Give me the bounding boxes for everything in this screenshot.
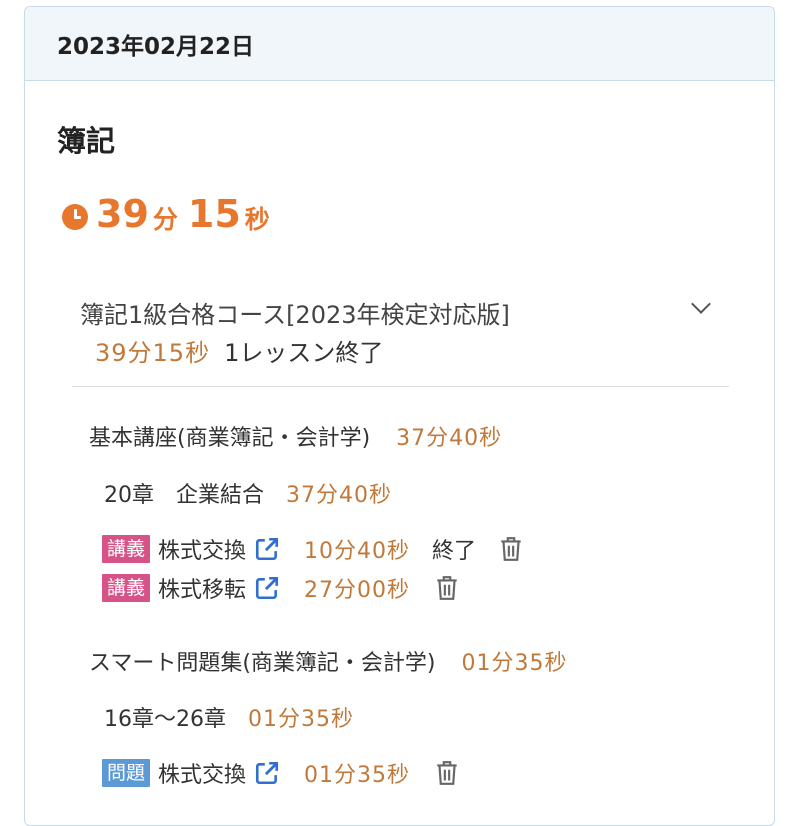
chapter-time: 37分40秒	[286, 483, 392, 508]
item-time: 01分35秒	[304, 763, 411, 788]
item-title: 株式移転	[158, 578, 247, 603]
list-item: 講義 株式移転 27分00秒	[102, 572, 460, 604]
chapter-title: 20章 企業結合	[104, 483, 264, 508]
list-item: 問題 株式交換 01分35秒	[102, 757, 460, 789]
section-title: スマート問題集(商業簿記・会計学)	[89, 651, 436, 676]
section-time: 37分40秒	[396, 426, 503, 451]
problem-badge: 問題	[102, 759, 151, 787]
course-summary: 39分15秒 1レッスン終了	[95, 333, 383, 368]
external-link-icon[interactable]	[254, 760, 280, 786]
section-smart-problems: スマート問題集(商業簿記・会計学) 01分35秒	[89, 645, 568, 677]
date-header: 2023年02月22日	[25, 7, 774, 81]
total-minutes: 39	[96, 192, 149, 236]
section-basic-course: 基本講座(商業簿記・会計学) 37分40秒	[89, 420, 502, 452]
course-status: 1レッスン終了	[224, 339, 384, 367]
lecture-badge: 講義	[102, 574, 151, 602]
trash-icon[interactable]	[498, 535, 524, 563]
chapter-row: 16章〜26章 01分35秒	[104, 701, 354, 733]
total-seconds-unit: 秒	[244, 205, 270, 234]
item-status: 終了	[432, 539, 477, 564]
external-link-icon[interactable]	[254, 575, 280, 601]
section-title: 基本講座(商業簿記・会計学)	[89, 426, 371, 451]
chapter-title: 16章〜26章	[104, 707, 226, 732]
section-time: 01分35秒	[461, 651, 568, 676]
trash-icon[interactable]	[434, 574, 460, 602]
divider	[72, 386, 729, 387]
item-time: 10分40秒	[304, 539, 411, 564]
list-item: 講義 株式交換 10分40秒 終了	[102, 533, 524, 565]
item-title: 株式交換	[158, 539, 247, 564]
lecture-badge: 講義	[102, 535, 151, 563]
trash-icon[interactable]	[434, 759, 460, 787]
item-time: 27分00秒	[304, 578, 411, 603]
clock-icon	[62, 204, 88, 230]
subject-title: 簿記	[57, 124, 116, 158]
total-minutes-unit: 分	[152, 205, 178, 234]
total-study-time: 39 分 15 秒	[62, 192, 280, 236]
chapter-row: 20章 企業結合 37分40秒	[104, 477, 392, 509]
item-title: 株式交換	[158, 763, 247, 788]
course-title[interactable]: 簿記1級合格コース[2023年検定対応版]	[80, 295, 510, 330]
total-seconds: 15	[187, 192, 241, 236]
external-link-icon[interactable]	[254, 536, 280, 562]
date-label: 2023年02月22日	[57, 33, 255, 60]
course-time: 39分15秒	[95, 339, 211, 367]
chapter-time: 01分35秒	[248, 707, 354, 732]
